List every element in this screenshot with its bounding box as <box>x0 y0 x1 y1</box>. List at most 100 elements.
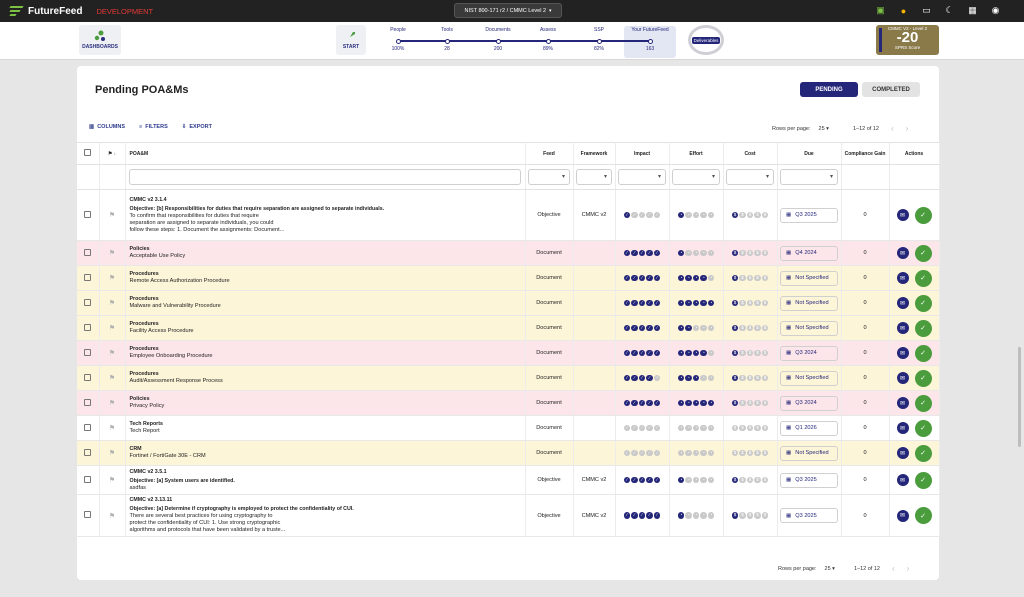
poam-cell[interactable]: CMMC v2 3.1.4 Objective: [b] Responsibili… <box>125 189 526 241</box>
effort-cell[interactable]: ◔ ◔ ◔ ◔ ◔ <box>669 415 724 441</box>
poam-cell[interactable]: Procedures Facility Access Procedure <box>125 315 526 341</box>
column-header-poam[interactable]: POA&M <box>125 142 526 165</box>
effort-cell[interactable]: ◔ ◔ ◔ ◔ ◔ <box>669 440 724 466</box>
effort-cell[interactable]: ◔ ◔ ◔ ◔ ◔ <box>669 390 724 416</box>
email-icon[interactable]: ✉ <box>896 247 909 259</box>
impact-cell[interactable]: ⁄ ⁄ ⁄ ⁄ ⁄ <box>615 265 670 291</box>
lightbulb-icon[interactable]: ● <box>897 4 910 17</box>
poam-cell[interactable]: Procedures Audit/Assessment Response Proc… <box>125 365 526 391</box>
building-icon[interactable]: ▦ <box>966 4 979 17</box>
next-page-icon[interactable]: › <box>906 124 909 133</box>
select-all-checkbox[interactable] <box>84 149 92 156</box>
poam-cell[interactable]: Policies Acceptable Use Policy <box>125 240 526 266</box>
email-icon[interactable]: ✉ <box>896 322 909 334</box>
complete-check-icon[interactable]: ✓ <box>914 244 932 262</box>
impact-cell[interactable]: ⁄ ⁄ ⁄ ⁄ ⁄ <box>615 315 670 341</box>
columns-button[interactable]: ▥ COLUMNS <box>89 124 125 130</box>
flag-icon[interactable]: ⚑ <box>109 399 115 407</box>
complete-check-icon[interactable]: ✓ <box>914 507 932 524</box>
impact-cell[interactable]: ⁄ ⁄ ⁄ ⁄ ⁄ <box>615 494 670 537</box>
flag-icon[interactable]: ⚑ <box>109 299 115 307</box>
cost-cell[interactable]: $ $ $ $ $ <box>723 390 778 416</box>
due-date-button[interactable]: ▦ Not Specified <box>780 270 838 286</box>
due-date-button[interactable]: ▦ Q3 2025 <box>780 508 838 523</box>
row-checkbox[interactable] <box>84 273 92 281</box>
prev-page-icon[interactable]: ‹ <box>891 124 894 133</box>
table-row[interactable]: ⚑ Policies Acceptable Use Policy Document ⁄ ⁄… <box>77 240 940 266</box>
poam-cell[interactable]: Procedures Employee Onboarding Procedure <box>125 340 526 366</box>
cost-filter-select[interactable] <box>726 169 774 185</box>
email-icon[interactable]: ✉ <box>896 372 909 384</box>
framework-filter-select[interactable] <box>576 169 612 185</box>
column-header-gain[interactable]: Compliance Gain <box>841 142 890 165</box>
table-row[interactable]: ⚑ CRM Fortinet / FortiGate 30E - CRM Docume… <box>77 440 940 466</box>
due-date-button[interactable]: ▦ Not Specified <box>780 445 838 461</box>
effort-cell[interactable]: ◔ ◔ ◔ ◔ ◔ <box>669 365 724 391</box>
table-row[interactable]: ⚑ CMMC v2 3.5.1 Objective: [a] System user… <box>77 465 940 495</box>
table-row[interactable]: ⚑ CMMC v2 3.13.11 Objective: [a] Determine… <box>77 494 940 537</box>
flag-icon[interactable]: ⚑ <box>109 211 115 219</box>
effort-filter-select[interactable] <box>672 169 720 185</box>
deliverables-button[interactable]: Deliverables <box>688 25 724 55</box>
effort-cell[interactable]: ◔ ◔ ◔ ◔ ◔ <box>669 290 724 316</box>
rows-per-page-select[interactable]: 25 ▾ <box>825 566 835 572</box>
flag-icon[interactable]: ⚑ <box>109 512 115 520</box>
effort-cell[interactable]: ◔ ◔ ◔ ◔ ◔ <box>669 189 724 241</box>
effort-cell[interactable]: ◔ ◔ ◔ ◔ ◔ <box>669 315 724 341</box>
impact-filter-select[interactable] <box>618 169 666 185</box>
flag-icon[interactable]: ⚑ <box>109 476 115 484</box>
poam-filter-input[interactable] <box>129 169 521 185</box>
tab-completed[interactable]: COMPLETED <box>862 82 920 97</box>
app-logo[interactable]: FutureFeed <box>9 6 82 17</box>
due-date-button[interactable]: ▦ Not Specified <box>780 370 838 386</box>
effort-cell[interactable]: ◔ ◔ ◔ ◔ ◔ <box>669 494 724 537</box>
cost-cell[interactable]: $ $ $ $ $ <box>723 465 778 495</box>
table-row[interactable]: ⚑ Procedures Audit/Assessment Response Pro… <box>77 365 940 391</box>
complete-check-icon[interactable]: ✓ <box>914 269 932 287</box>
impact-cell[interactable]: ⁄ ⁄ ⁄ ⁄ ⁄ <box>615 189 670 241</box>
cost-cell[interactable]: $ $ $ $ $ <box>723 290 778 316</box>
feed-filter-select[interactable] <box>528 169 570 185</box>
row-checkbox[interactable] <box>84 475 92 483</box>
row-checkbox[interactable] <box>84 298 92 306</box>
chat-icon[interactable]: ▣ <box>874 4 887 17</box>
cost-cell[interactable]: $ $ $ $ $ <box>723 265 778 291</box>
cost-cell[interactable]: $ $ $ $ $ <box>723 315 778 341</box>
complete-check-icon[interactable]: ✓ <box>914 369 932 387</box>
complete-check-icon[interactable]: ✓ <box>914 294 932 312</box>
column-header-impact[interactable]: Impact <box>615 142 670 165</box>
due-date-button[interactable]: ▦ Q4 2024 <box>780 245 838 261</box>
flag-icon[interactable]: ⚑ <box>109 449 115 457</box>
row-checkbox[interactable] <box>84 323 92 331</box>
complete-check-icon[interactable]: ✓ <box>914 394 932 412</box>
cost-cell[interactable]: $ $ $ $ $ <box>723 189 778 241</box>
column-header-due[interactable]: Due <box>777 142 842 165</box>
row-checkbox[interactable] <box>84 448 92 456</box>
complete-check-icon[interactable]: ✓ <box>914 319 932 337</box>
column-header-feed[interactable]: Feed <box>525 142 574 165</box>
due-date-button[interactable]: ▦ Q3 2024 <box>780 345 838 361</box>
flag-icon[interactable]: ⚑ <box>109 274 115 282</box>
poam-cell[interactable]: CMMC v2 3.5.1 Objective: [a] System users… <box>125 465 526 495</box>
cost-cell[interactable]: $ $ $ $ $ <box>723 240 778 266</box>
email-icon[interactable]: ✉ <box>896 209 909 221</box>
row-checkbox[interactable] <box>84 248 92 256</box>
select-all-header[interactable] <box>77 142 100 165</box>
page-scrollbar[interactable] <box>1018 347 1021 447</box>
complete-check-icon[interactable]: ✓ <box>914 471 932 489</box>
impact-cell[interactable]: ⁄ ⁄ ⁄ ⁄ ⁄ <box>615 290 670 316</box>
row-checkbox[interactable] <box>84 398 92 406</box>
complete-check-icon[interactable]: ✓ <box>914 419 932 437</box>
rows-per-page-select[interactable]: 25 ▾ <box>819 126 829 132</box>
poam-cell[interactable]: CMMC v2 3.13.11 Objective: [a] Determine … <box>125 494 526 537</box>
prev-page-icon[interactable]: ‹ <box>892 564 895 573</box>
flag-icon[interactable]: ⚑ <box>109 249 115 257</box>
column-header-effort[interactable]: Effort <box>669 142 724 165</box>
keyboard-icon[interactable]: ▭ <box>920 4 933 17</box>
cost-cell[interactable]: $ $ $ $ $ <box>723 340 778 366</box>
email-icon[interactable]: ✉ <box>896 272 909 284</box>
stage-your-futurefeed[interactable]: Your FutureFeed 163 <box>620 27 680 52</box>
column-header-cost[interactable]: Cost <box>723 142 778 165</box>
email-icon[interactable]: ✉ <box>896 447 909 459</box>
row-checkbox[interactable] <box>84 348 92 356</box>
